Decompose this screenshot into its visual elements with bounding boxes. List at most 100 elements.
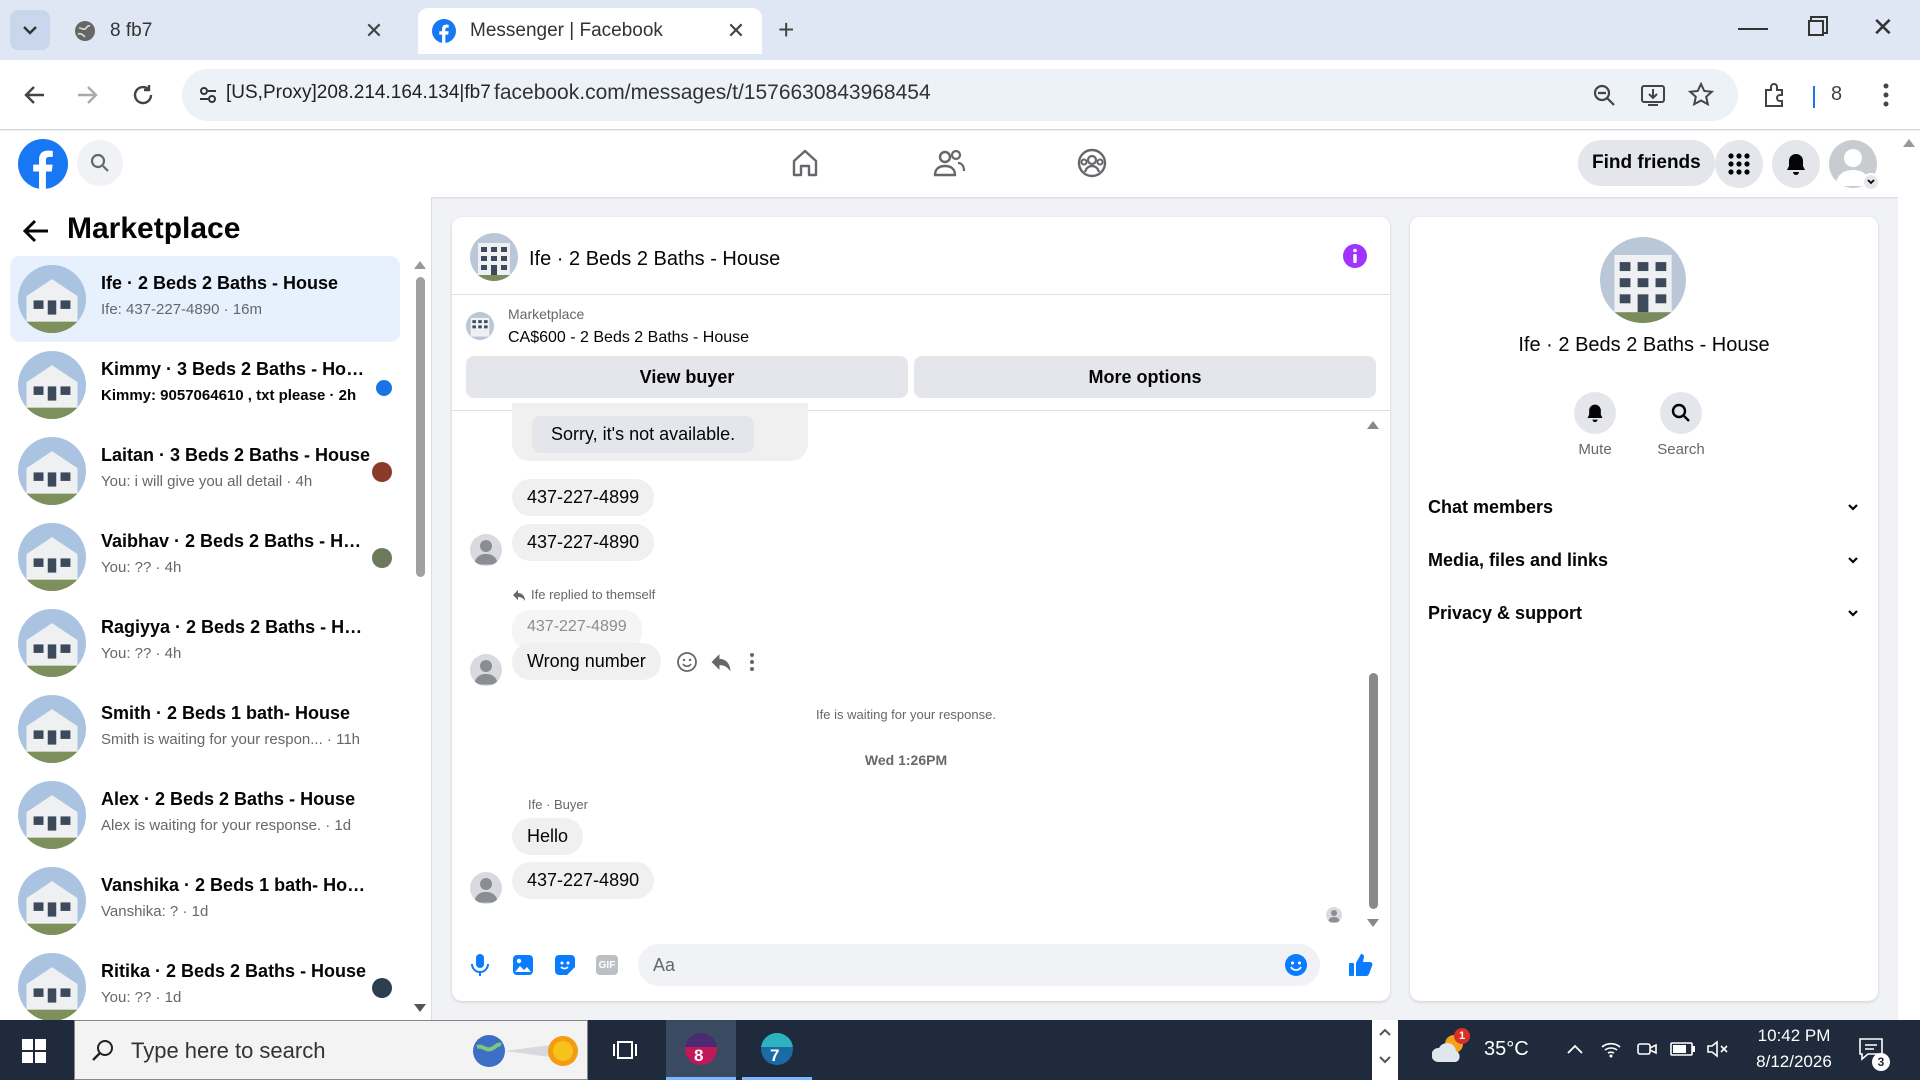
meet-now-icon[interactable] <box>1636 1039 1658 1059</box>
sender-avatar <box>470 872 502 904</box>
windows-start-icon[interactable] <box>22 1039 46 1063</box>
details-avatar[interactable] <box>1600 237 1686 323</box>
section-media-files-links[interactable]: Media, files and links <box>1428 540 1860 580</box>
conversation-item[interactable]: Vanshika · 2 Beds 1 bath- House Vanshika:… <box>10 858 400 944</box>
notification-count: 3 <box>1872 1053 1890 1071</box>
more-actions-icon[interactable] <box>749 652 755 672</box>
fb-search-button[interactable] <box>77 140 123 186</box>
conversation-preview: You: i will give you all detail · 4h <box>101 473 313 490</box>
taskbar-app-2[interactable]: 7 <box>742 1020 812 1080</box>
forward-button[interactable] <box>68 76 106 114</box>
tab-search-button[interactable] <box>10 10 50 50</box>
account-chevron[interactable] <box>1862 173 1880 191</box>
conversation-preview: Ife: 437-227-4890 · 16m <box>101 301 262 318</box>
conversation-item[interactable]: Ife · 2 Beds 2 Baths - House Ife: 437-227… <box>10 256 400 342</box>
wifi-icon[interactable] <box>1600 1039 1622 1059</box>
site-settings-icon[interactable] <box>198 85 218 105</box>
search-highlight-icon[interactable] <box>471 1033 581 1069</box>
listing-text[interactable]: CA$600 - 2 Beds 2 Baths - House <box>508 329 749 347</box>
conversation-item[interactable]: Vaibhav · 2 Beds 2 Baths - House You: ?? … <box>10 514 400 600</box>
clock-time[interactable]: 10:42 PM <box>1750 1026 1838 1046</box>
photo-icon[interactable] <box>512 954 534 976</box>
emoji-icon[interactable] <box>1284 953 1308 977</box>
minimize-button[interactable] <box>1738 14 1768 38</box>
more-options-button[interactable]: More options <box>914 356 1376 398</box>
reload-button[interactable] <box>124 76 162 114</box>
message-bubble[interactable]: 437-227-4899 <box>512 479 655 516</box>
mute-button[interactable] <box>1574 392 1616 434</box>
profile-count[interactable]: 8 <box>1831 83 1842 106</box>
clock-date[interactable]: 8/12/2026 <box>1740 1052 1848 1072</box>
bookmark-star-icon[interactable] <box>1688 82 1714 108</box>
reply-icon[interactable] <box>710 651 732 673</box>
install-app-icon[interactable] <box>1640 82 1666 108</box>
section-chat-members[interactable]: Chat members <box>1428 487 1860 527</box>
weather-badge: 1 <box>1454 1028 1470 1044</box>
chat-avatar[interactable] <box>470 233 518 281</box>
conversation-item[interactable]: Kimmy · 3 Beds 2 Baths - House Kimmy: 905… <box>10 342 400 428</box>
new-tab-button[interactable]: + <box>778 14 794 46</box>
taskbar-search-box[interactable]: Type here to search <box>74 1020 588 1080</box>
volume-muted-icon[interactable] <box>1706 1039 1730 1059</box>
restore-button[interactable] <box>1808 20 1824 36</box>
message-bubble[interactable]: 437-227-4890 <box>512 862 655 899</box>
mute-label: Mute <box>1578 441 1612 458</box>
home-icon[interactable] <box>790 148 820 178</box>
chat-title[interactable]: Ife · 2 Beds 2 Baths - House <box>529 248 780 271</box>
facebook-logo-icon[interactable] <box>18 139 68 189</box>
conversation-item[interactable]: Smith · 2 Beds 1 bath- House Smith is wai… <box>10 686 400 772</box>
menu-button[interactable] <box>1715 140 1763 188</box>
message-bubble[interactable]: Hello <box>512 818 584 855</box>
friends-icon[interactable] <box>932 148 966 178</box>
close-window-button[interactable]: ✕ <box>1872 12 1894 43</box>
react-emoji-icon[interactable] <box>676 651 698 673</box>
back-button[interactable] <box>16 76 54 114</box>
close-tab-icon[interactable]: ✕ <box>362 18 386 44</box>
section-privacy-support[interactable]: Privacy & support <box>1428 593 1860 633</box>
notifications-button[interactable] <box>1772 140 1820 188</box>
weather-temp[interactable]: 35°C <box>1484 1038 1529 1061</box>
task-view-icon[interactable] <box>612 1038 638 1062</box>
taskbar-app-1[interactable]: 8 <box>666 1020 736 1080</box>
close-tab-icon[interactable]: ✕ <box>724 18 748 44</box>
extensions-icon[interactable] <box>1762 82 1788 108</box>
house-photo-icon <box>1600 237 1686 323</box>
page-scrollbar[interactable] <box>1898 131 1920 1020</box>
globe-icon <box>75 21 95 41</box>
sidebar-scrollbar[interactable] <box>413 257 427 1012</box>
chevron-up-icon[interactable] <box>1566 1042 1584 1056</box>
find-friends-button[interactable]: Find friends <box>1578 140 1715 186</box>
sticker-icon[interactable] <box>554 954 576 976</box>
like-icon[interactable] <box>1348 952 1374 978</box>
url-text[interactable]: facebook.com/messages/t/1576630843968454 <box>494 81 931 105</box>
tab-fb7[interactable]: 8 fb7 ✕ <box>60 8 400 54</box>
groups-icon[interactable] <box>1076 147 1108 179</box>
message-bubble[interactable]: Wrong number <box>512 643 661 680</box>
message-bubble[interactable]: 437-227-4890 <box>512 524 655 561</box>
tab-messenger[interactable]: Messenger | Facebook ✕ <box>418 8 762 54</box>
conversation-item[interactable]: Ragiyya · 2 Beds 2 Baths - House You: ?? … <box>10 600 400 686</box>
listing-avatar <box>18 695 86 763</box>
sidebar-title: Marketplace <box>67 212 241 245</box>
conversation-item[interactable]: Alex · 2 Beds 2 Baths - House Alex is wai… <box>10 772 400 858</box>
kebab-menu-icon[interactable] <box>1880 82 1892 108</box>
taskbar-overflow-arrows[interactable] <box>1372 1020 1398 1080</box>
zoom-icon[interactable] <box>1592 83 1616 107</box>
listing-thumbnail[interactable] <box>466 312 494 340</box>
address-bar[interactable]: [US,Proxy]208.214.164.134|fb7 facebook.c… <box>182 69 1738 121</box>
facebook-header: Find friends <box>0 131 1898 197</box>
back-arrow-icon[interactable] <box>22 218 50 244</box>
info-icon[interactable] <box>1342 243 1368 269</box>
gif-button[interactable]: GIF <box>596 955 618 975</box>
chat-scrollbar[interactable] <box>1366 417 1380 927</box>
microphone-icon[interactable] <box>470 953 490 977</box>
conversation-item[interactable]: Laitan · 3 Beds 2 Baths - House You: i wi… <box>10 428 400 514</box>
seen-avatar <box>372 462 392 482</box>
battery-icon[interactable] <box>1670 1041 1696 1057</box>
quoted-reply-button[interactable]: Sorry, it's not available. <box>532 416 755 453</box>
conversation-item[interactable]: Ritika · 2 Beds 2 Baths - House You: ?? ·… <box>10 944 400 1030</box>
chevron-down-icon <box>23 26 37 35</box>
view-buyer-button[interactable]: View buyer <box>466 356 908 398</box>
message-composer[interactable]: Aa <box>638 944 1320 986</box>
search-in-chat-button[interactable] <box>1660 392 1702 434</box>
